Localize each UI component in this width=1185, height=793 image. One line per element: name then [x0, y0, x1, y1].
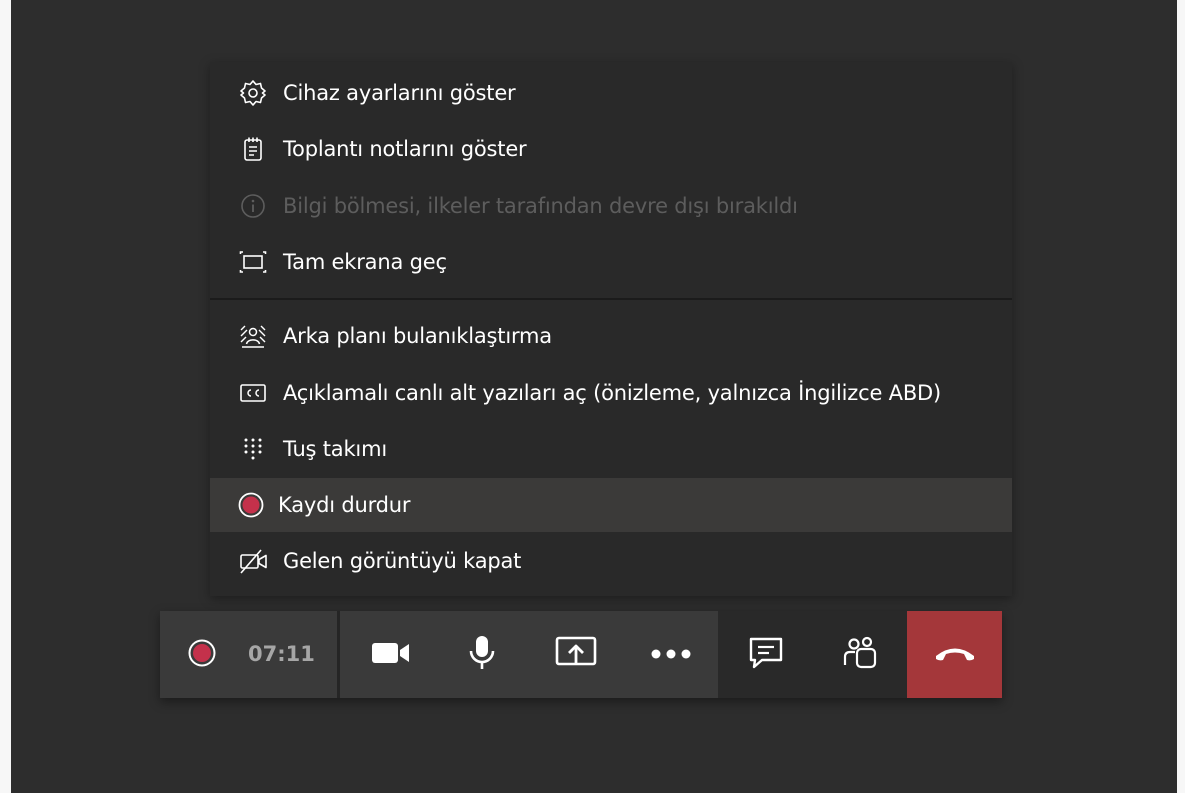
menu-item-label: Toplantı notlarını göster: [283, 137, 527, 161]
more-options-menu: Cihaz ayarlarını göster Toplantı notları…: [210, 62, 1012, 596]
notes-icon: [239, 134, 269, 164]
dialpad-icon: [239, 434, 269, 464]
camera-icon: [371, 640, 411, 670]
call-timer: 07:11: [248, 642, 315, 666]
menu-item-label: Kaydı durdur: [278, 493, 411, 517]
participants-button[interactable]: [813, 611, 907, 698]
menu-item-fullscreen[interactable]: Tam ekrana geç: [210, 235, 1012, 289]
hang-up-button[interactable]: [907, 611, 1002, 698]
share-screen-icon: [555, 635, 597, 675]
menu-item-info-pane: Bilgi bölmesi, ilkeler tarafından devre …: [210, 179, 1012, 233]
more-options-button[interactable]: [624, 611, 718, 698]
menu-item-dialpad[interactable]: Tuş takımı: [210, 422, 1012, 476]
menu-item-label: Bilgi bölmesi, ilkeler tarafından devre …: [283, 194, 798, 218]
blur-background-icon: [239, 321, 269, 351]
media-controls: [340, 611, 718, 698]
meeting-controls-bar: 07:11: [160, 611, 1002, 698]
meeting-stage: Cihaz ayarlarını göster Toplantı notları…: [11, 0, 1177, 793]
gear-icon: [239, 78, 269, 108]
menu-item-label: Cihaz ayarlarını göster: [283, 81, 516, 105]
menu-item-blur-background[interactable]: Arka planı bulanıklaştırma: [210, 309, 1012, 363]
microphone-icon: [467, 635, 497, 675]
hang-up-icon: [933, 643, 977, 667]
menu-item-label: Gelen görüntüyü kapat: [283, 549, 522, 573]
fullscreen-icon: [239, 247, 269, 277]
video-off-icon: [239, 546, 269, 576]
menu-item-label: Arka planı bulanıklaştırma: [283, 324, 552, 348]
record-icon: [237, 490, 265, 520]
menu-item-device-settings[interactable]: Cihaz ayarlarını göster: [210, 66, 1012, 120]
share-button[interactable]: [529, 611, 623, 698]
menu-item-stop-recording[interactable]: Kaydı durdur: [210, 478, 1012, 532]
menu-item-meeting-notes[interactable]: Toplantı notlarını göster: [210, 122, 1012, 176]
recording-status-area: 07:11: [160, 611, 337, 698]
menu-item-label: Açıklamalı canlı alt yazıları aç (önizle…: [283, 381, 941, 405]
conversation-controls: [718, 611, 907, 698]
closed-captions-icon: [239, 378, 269, 408]
participants-icon: [842, 635, 878, 675]
menu-item-label: Tuş takımı: [283, 437, 387, 461]
chat-button[interactable]: [718, 611, 813, 698]
more-options-icon: [650, 645, 692, 664]
menu-item-label: Tam ekrana geç: [283, 250, 447, 274]
recording-indicator: [184, 611, 220, 698]
microphone-button[interactable]: [437, 611, 527, 698]
record-icon: [187, 638, 217, 672]
menu-item-live-captions[interactable]: Açıklamalı canlı alt yazıları aç (önizle…: [210, 366, 1012, 420]
menu-item-turn-off-incoming-video[interactable]: Gelen görüntüyü kapat: [210, 534, 1012, 588]
camera-button[interactable]: [345, 611, 437, 698]
menu-divider: [210, 298, 1012, 300]
info-icon: [239, 191, 269, 221]
chat-icon: [748, 636, 784, 674]
